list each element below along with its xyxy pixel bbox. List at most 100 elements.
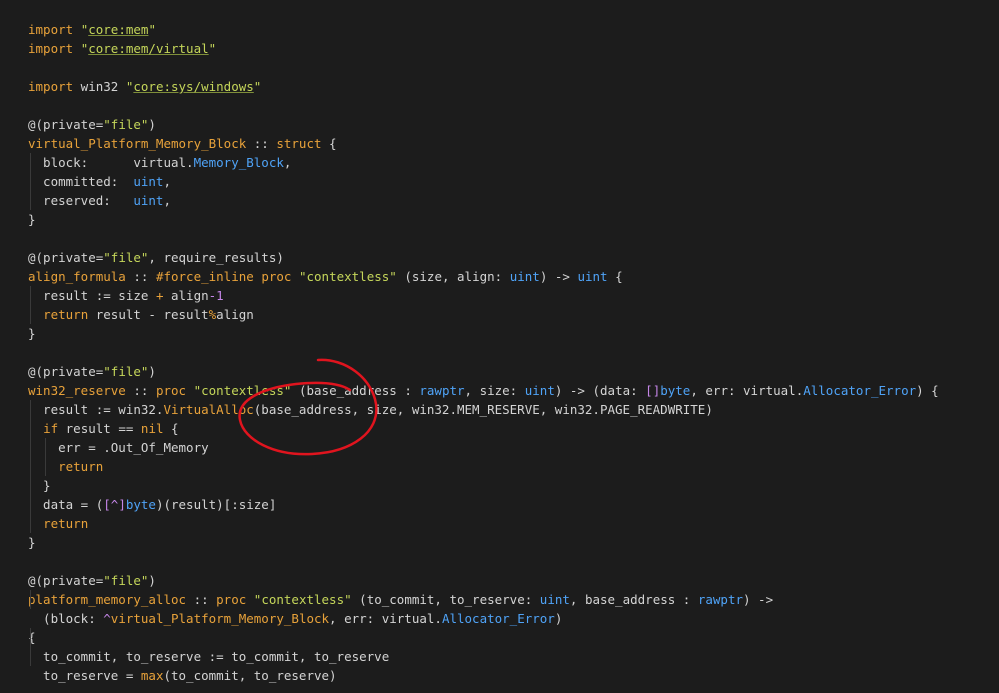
code-token: ::	[125, 383, 156, 398]
code-token: )	[148, 573, 156, 588]
code-token: import	[28, 79, 74, 94]
code-token: data = (	[28, 497, 104, 512]
code-token: proc	[155, 383, 187, 398]
indent-guide	[30, 514, 31, 533]
code-token: )	[148, 117, 156, 132]
code-line[interactable]: reserved: uint,	[0, 191, 999, 210]
code-line[interactable]: block: virtual.Memory_Block,	[0, 153, 999, 172]
indent-guide	[30, 191, 31, 210]
code-token: -1	[208, 288, 224, 303]
code-token: ,	[163, 193, 171, 208]
code-token: ) {	[916, 383, 939, 398]
code-line[interactable]	[0, 229, 999, 248]
code-line[interactable]: @(private="file")	[0, 115, 999, 134]
code-token: "file"	[103, 250, 149, 265]
code-line[interactable]: align_formula :: #force_inline proc "con…	[0, 267, 999, 286]
code-token: return	[58, 459, 104, 474]
code-token: ::	[125, 269, 156, 284]
code-line[interactable]: (block: ^virtual_Platform_Memory_Block, …	[0, 609, 999, 628]
code-line[interactable]: committed: uint,	[0, 172, 999, 191]
code-token: (size, align:	[396, 269, 510, 284]
code-line[interactable]: to_commit, to_reserve := to_commit, to_r…	[0, 647, 999, 666]
code-token: import	[28, 22, 74, 37]
indent-guide	[45, 438, 46, 457]
code-token: , err: virtual.	[690, 383, 804, 398]
code-line[interactable]: }	[0, 210, 999, 229]
code-token: "file"	[103, 364, 149, 379]
code-line[interactable]: @(private="file", require_results)	[0, 248, 999, 267]
code-token: @(private=	[28, 573, 104, 588]
code-editor[interactable]: import "core:mem" import "core:mem/virtua…	[0, 0, 999, 693]
code-line[interactable]: import "core:mem/virtual"	[0, 39, 999, 58]
code-line[interactable]	[0, 552, 999, 571]
indent-guide	[30, 305, 31, 324]
code-line[interactable]: result := win32.VirtualAlloc(base_addres…	[0, 400, 999, 419]
indent-guide	[30, 153, 31, 172]
code-token: platform_memory_alloc	[28, 592, 187, 607]
code-line[interactable]: }	[0, 476, 999, 495]
code-token: reserved:	[28, 193, 134, 208]
code-line[interactable]: return	[0, 457, 999, 476]
code-line[interactable]: platform_memory_alloc :: proc "contextle…	[0, 590, 999, 609]
code-line[interactable]: @(private="file")	[0, 362, 999, 381]
code-token: "	[148, 22, 156, 37]
code-line[interactable]: virtual_Platform_Memory_Block :: struct …	[0, 134, 999, 153]
code-token: ) -> (data:	[554, 383, 646, 398]
code-line[interactable]: {	[0, 628, 999, 647]
code-token: result ==	[58, 421, 141, 436]
code-token: ,	[163, 174, 171, 189]
code-token: , base_address :	[569, 592, 698, 607]
code-token: ,	[283, 155, 292, 170]
code-token: )	[554, 611, 563, 626]
code-token: rawptr	[419, 383, 465, 398]
code-token: uint	[509, 269, 540, 284]
code-line[interactable]	[0, 58, 999, 77]
code-token: (base_address :	[291, 383, 420, 398]
code-line[interactable]	[0, 343, 999, 362]
code-line[interactable]: @(private="file")	[0, 571, 999, 590]
code-token: result := win32.	[28, 402, 164, 417]
code-token: uint	[524, 383, 555, 398]
code-line[interactable]	[0, 96, 999, 115]
code-token: to_commit, to_reserve := to_commit, to_r…	[28, 649, 390, 664]
code-token: core:mem/virtual	[88, 41, 209, 56]
code-token: proc	[216, 592, 247, 607]
code-line[interactable]: import "core:mem"	[0, 20, 999, 39]
code-token: uint	[577, 269, 608, 284]
code-token: committed:	[28, 174, 134, 189]
code-line[interactable]: win32_reserve :: proc "contextless" (bas…	[0, 381, 999, 400]
code-token: {	[607, 269, 623, 284]
code-line[interactable]: return result - result%align	[0, 305, 999, 324]
code-token: "contextless"	[193, 383, 292, 398]
indent-guide	[30, 476, 31, 495]
code-line[interactable]: result := size + align-1	[0, 286, 999, 305]
code-line[interactable]: import win32 "core:sys/windows"	[0, 77, 999, 96]
code-token: #force_inline	[155, 269, 254, 284]
code-token: win32_reserve	[28, 383, 126, 398]
code-token: , size:	[464, 383, 525, 398]
code-line[interactable]: }	[0, 324, 999, 343]
code-token: struct	[276, 136, 322, 151]
indent-guide	[30, 286, 31, 305]
code-token: }	[28, 212, 36, 227]
indent-guide	[30, 647, 31, 666]
code-line[interactable]: return	[0, 514, 999, 533]
code-token: )	[148, 364, 156, 379]
code-line[interactable]: data = ([^]byte)(result)[:size]	[0, 495, 999, 514]
code-line[interactable]: if result == nil {	[0, 419, 999, 438]
code-token: win32	[73, 79, 126, 94]
code-token: {	[321, 136, 337, 151]
code-line[interactable]: err = .Out_Of_Memory	[0, 438, 999, 457]
code-area[interactable]: import "core:mem" import "core:mem/virtua…	[0, 20, 999, 685]
code-token: align	[163, 288, 209, 303]
code-token: VirtualAlloc	[163, 402, 254, 417]
code-token: if	[43, 421, 59, 436]
code-token: (base_address, size, win32.MEM_RESERVE, …	[253, 402, 713, 417]
code-line[interactable]: to_reserve = max(to_commit, to_reserve)	[0, 666, 999, 685]
code-line[interactable]: }	[0, 533, 999, 552]
code-token: result := size	[28, 288, 156, 303]
